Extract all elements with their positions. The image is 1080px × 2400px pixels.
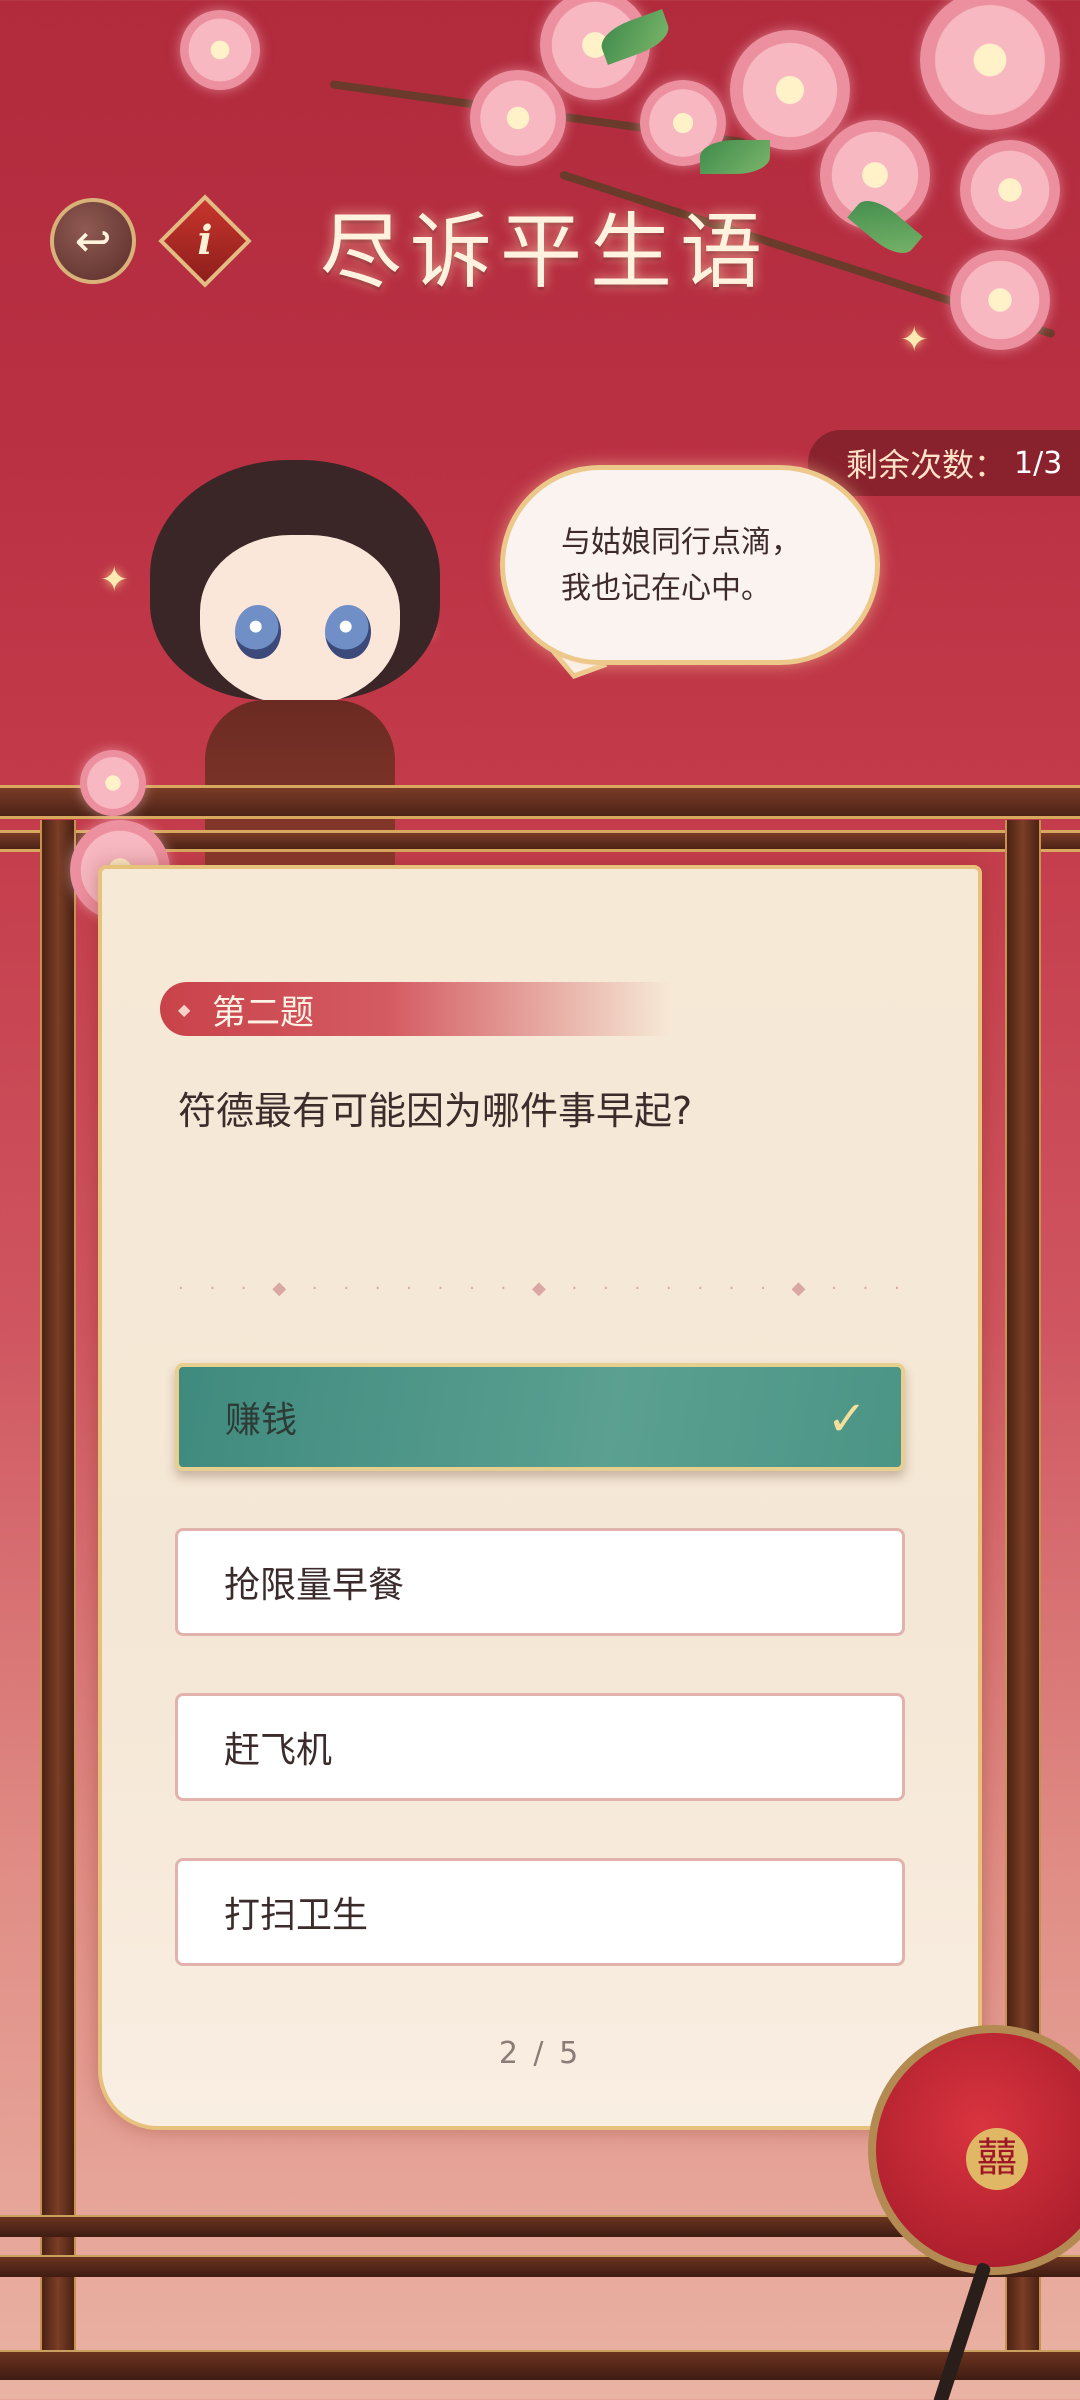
divider: · · · ◆ · · · · · · · ◆ · · · · · · · ◆ … xyxy=(178,1278,900,1298)
page-title: 尽诉平生语 xyxy=(320,205,771,300)
sparkle-icon: ✦ xyxy=(900,320,929,360)
back-button[interactable]: ↩ xyxy=(50,198,136,284)
speech-line-1: 与姑娘同行点滴， xyxy=(561,525,801,560)
back-arrow-icon: ↩ xyxy=(74,215,112,267)
option-label: 抢限量早餐 xyxy=(224,1565,405,1606)
sparkle-icon: ✦ xyxy=(100,560,129,600)
option-label: 赶飞机 xyxy=(224,1730,333,1771)
blossom-decoration xyxy=(80,750,146,816)
question-number-tag: 第二题 xyxy=(160,982,670,1036)
info-button[interactable]: i xyxy=(158,194,252,288)
checkmark-icon: ✓ xyxy=(826,1391,867,1447)
info-icon: i xyxy=(197,217,213,264)
remaining-label: 剩余次数： xyxy=(846,446,1007,484)
question-text: 符德最有可能因为哪件事早起? xyxy=(178,1089,693,1133)
option-4[interactable]: 打扫卫生 xyxy=(175,1858,905,1966)
option-2[interactable]: 抢限量早餐 xyxy=(175,1528,905,1636)
option-1[interactable]: 赚钱 ✓ xyxy=(175,1363,905,1471)
remaining-attempts-badge: 剩余次数： 1/3 xyxy=(808,430,1080,496)
fan-emblem: 囍 xyxy=(966,2128,1028,2190)
option-label: 打扫卫生 xyxy=(224,1895,369,1936)
option-label: 赚钱 xyxy=(225,1400,298,1441)
option-3[interactable]: 赶飞机 xyxy=(175,1693,905,1801)
speech-bubble: 与姑娘同行点滴， 我也记在心中。 xyxy=(500,465,880,665)
speech-line-2: 我也记在心中。 xyxy=(561,571,771,606)
remaining-value: 1/3 xyxy=(1014,445,1063,481)
